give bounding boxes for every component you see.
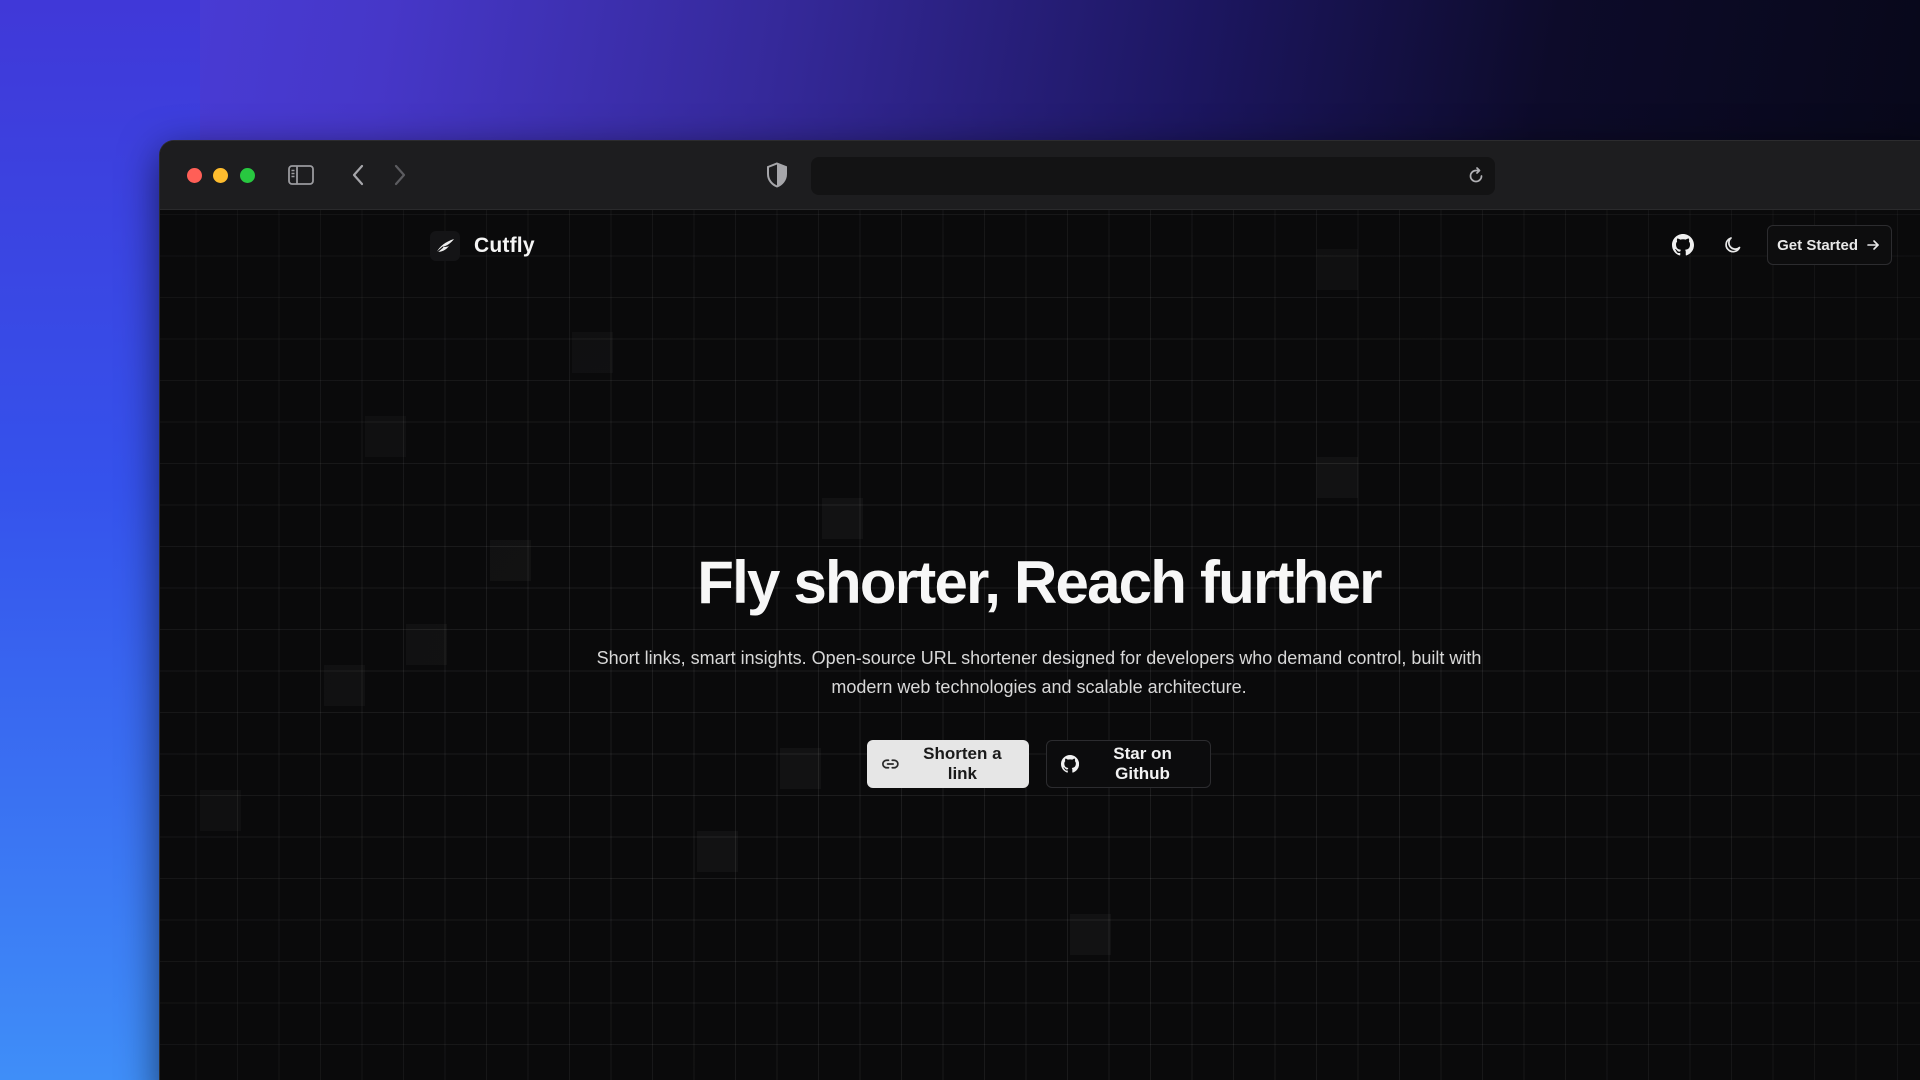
reload-icon[interactable] <box>1465 165 1487 187</box>
arrow-right-icon <box>1867 240 1879 250</box>
sidebar-toggle-icon[interactable] <box>286 164 316 186</box>
github-icon[interactable] <box>1667 229 1699 261</box>
browser-toolbar <box>160 141 1920 210</box>
close-window-button[interactable] <box>187 168 202 183</box>
brand-link[interactable]: Cutfly <box>430 231 535 261</box>
grid-highlight-cell <box>697 831 738 872</box>
grid-highlight-cell <box>822 498 863 539</box>
grid-highlight-cell <box>572 332 613 373</box>
brand-name: Cutfly <box>474 234 535 257</box>
grid-highlight-cell <box>1070 914 1111 955</box>
feather-icon <box>430 231 460 261</box>
shorten-link-label: Shorten a link <box>923 744 1002 783</box>
get-started-label: Get Started <box>1777 236 1858 254</box>
chevron-left-icon[interactable] <box>346 163 370 187</box>
link-icon <box>882 759 899 769</box>
shorten-link-button[interactable]: Shorten a link <box>867 740 1029 788</box>
github-icon <box>1061 754 1080 773</box>
header-actions: Get Started <box>1667 225 1892 265</box>
chevron-right-icon[interactable] <box>388 163 412 187</box>
moon-icon[interactable] <box>1717 229 1749 261</box>
grid-highlight-cell <box>1317 249 1358 290</box>
maximize-window-button[interactable] <box>240 168 255 183</box>
grid-highlight-cell <box>200 790 241 831</box>
hero-subtitle: Short links, smart insights. Open-source… <box>596 648 1482 697</box>
landing-page: Cutfly Get Started Fly shorter, Reach fu… <box>160 210 1920 1080</box>
hero-section: Fly shorter, Reach further Short links, … <box>160 550 1920 788</box>
get-started-button[interactable]: Get Started <box>1767 225 1892 265</box>
minimize-window-button[interactable] <box>213 168 228 183</box>
grid-highlight-cell <box>365 416 406 457</box>
hero-title: Fly shorter, Reach further <box>697 549 1382 616</box>
hero-cta-row: Shorten a link Star on Github <box>160 740 1920 788</box>
star-on-github-label: Star on Github <box>1113 744 1172 783</box>
grid-highlight-cell <box>1317 457 1358 498</box>
shield-icon[interactable] <box>764 161 790 189</box>
browser-window: Cutfly Get Started Fly shorter, Reach fu… <box>160 141 1920 1080</box>
address-bar[interactable] <box>811 157 1495 195</box>
star-on-github-button[interactable]: Star on Github <box>1046 740 1211 788</box>
